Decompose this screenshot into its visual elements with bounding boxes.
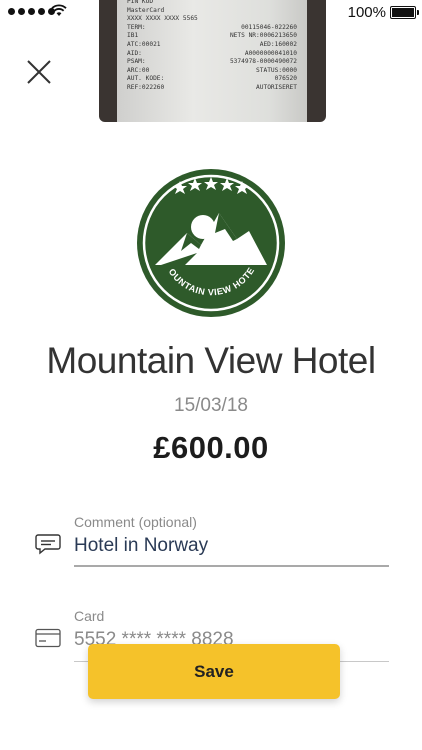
receipt-line: PSAM: 5374978-0000490072 (127, 58, 297, 66)
save-button[interactable]: Save (88, 644, 340, 699)
signal-icon (8, 8, 55, 15)
comment-label: Comment (optional) (74, 514, 197, 530)
receipt-line: ATC:00021 AED:160002 (127, 40, 297, 48)
receipt-line: AID: A0000000041010 (127, 49, 297, 57)
receipt-line: MasterCard (127, 6, 165, 14)
merchant-name: Mountain View Hotel (46, 340, 376, 381)
transaction-amount: £600.00 (153, 430, 269, 465)
merchant-logo: MOUNTAIN VIEW HOTEL (137, 169, 285, 317)
credit-card-icon (35, 628, 61, 648)
card-label: Card (74, 608, 105, 624)
wifi-icon (51, 4, 67, 16)
transaction-date: 15/03/18 (174, 395, 248, 416)
receipt-line: REF:022260 AUTORISERET (127, 83, 297, 91)
close-icon[interactable] (26, 59, 52, 85)
comment-input[interactable]: Hotel in Norway (74, 535, 389, 557)
receipt-line: ARC:00 STATUS:0000 (127, 66, 297, 74)
receipt-line: IB1 NETS NR:0006213650 (127, 32, 297, 40)
receipt-image[interactable]: PIN KOD MasterCard XXXX XXXX XXXX 5565 TERM… (99, 0, 326, 122)
receipt-paper: PIN KOD MasterCard XXXX XXXX XXXX 5565 TERM… (117, 0, 307, 122)
battery-icon (390, 6, 419, 19)
comment-underline (74, 565, 389, 567)
receipt-line: PIN KOD (127, 0, 154, 5)
comment-icon (35, 534, 61, 555)
receipt-line: XXXX XXXX XXXX 5565 (127, 15, 198, 23)
receipt-line: TERM: 00115046-022260 (127, 23, 297, 31)
receipt-line: AUT. KODE: 076520 (127, 75, 297, 83)
battery-percent: 100% (347, 4, 386, 21)
